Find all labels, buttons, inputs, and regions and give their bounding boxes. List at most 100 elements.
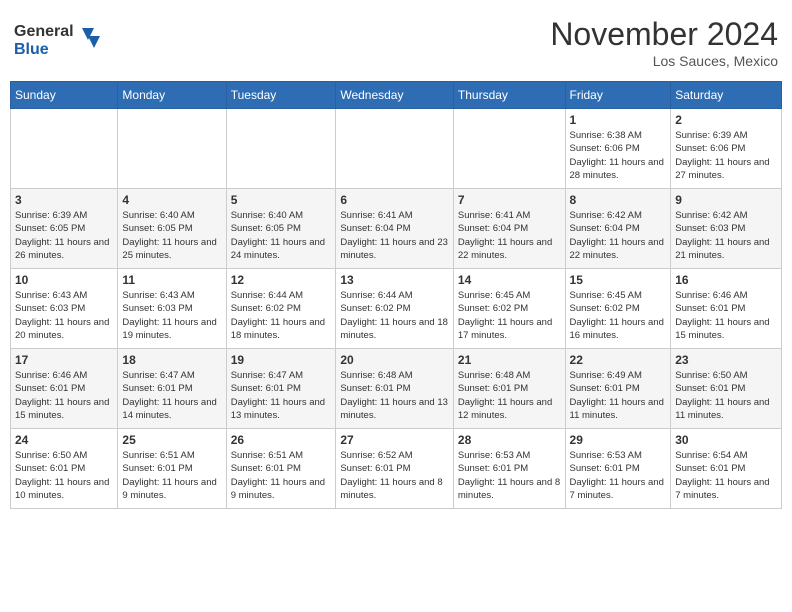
day-info: Sunrise: 6:53 AM Sunset: 6:01 PM Dayligh…: [458, 449, 561, 502]
day-number: 1: [570, 113, 667, 127]
day-cell: 26Sunrise: 6:51 AM Sunset: 6:01 PM Dayli…: [226, 429, 336, 509]
day-info: Sunrise: 6:44 AM Sunset: 6:02 PM Dayligh…: [231, 289, 332, 342]
day-cell: 24Sunrise: 6:50 AM Sunset: 6:01 PM Dayli…: [11, 429, 118, 509]
page-header: General Blue November 2024 Los Sauces, M…: [10, 10, 782, 75]
day-info: Sunrise: 6:47 AM Sunset: 6:01 PM Dayligh…: [122, 369, 221, 422]
weekday-sunday: Sunday: [11, 82, 118, 109]
day-cell: 22Sunrise: 6:49 AM Sunset: 6:01 PM Dayli…: [565, 349, 671, 429]
weekday-monday: Monday: [118, 82, 226, 109]
day-number: 21: [458, 353, 561, 367]
day-info: Sunrise: 6:40 AM Sunset: 6:05 PM Dayligh…: [122, 209, 221, 262]
day-info: Sunrise: 6:45 AM Sunset: 6:02 PM Dayligh…: [458, 289, 561, 342]
day-number: 15: [570, 273, 667, 287]
day-cell: 3 Sunrise: 6:39 AM Sunset: 6:05 PM Daylig…: [11, 189, 118, 269]
day-cell: [226, 109, 336, 189]
day-info: Sunrise: 6:41 AM Sunset: 6:04 PM Dayligh…: [340, 209, 449, 262]
day-cell: 9Sunrise: 6:42 AM Sunset: 6:03 PM Daylig…: [671, 189, 782, 269]
day-info: Sunrise: 6:42 AM Sunset: 6:04 PM Dayligh…: [570, 209, 667, 262]
day-cell: 20 Sunrise: 6:48 AM Sunset: 6:01 PM Dayli…: [336, 349, 454, 429]
day-cell: 30Sunrise: 6:54 AM Sunset: 6:01 PM Dayli…: [671, 429, 782, 509]
day-cell: 4 Sunrise: 6:40 AM Sunset: 6:05 PM Daylig…: [118, 189, 226, 269]
day-info: Sunrise: 6:39 AM Sunset: 6:05 PM Dayligh…: [15, 209, 113, 262]
day-cell: [118, 109, 226, 189]
day-info: Sunrise: 6:51 AM Sunset: 6:01 PM Dayligh…: [231, 449, 332, 502]
day-info: Sunrise: 6:50 AM Sunset: 6:01 PM Dayligh…: [675, 369, 777, 422]
day-cell: 14 Sunrise: 6:45 AM Sunset: 6:02 PM Dayli…: [453, 269, 565, 349]
day-info: Sunrise: 6:48 AM Sunset: 6:01 PM Dayligh…: [458, 369, 561, 422]
day-number: 5: [231, 193, 332, 207]
day-number: 22: [570, 353, 667, 367]
day-number: 18: [122, 353, 221, 367]
day-info: Sunrise: 6:53 AM Sunset: 6:01 PM Dayligh…: [570, 449, 667, 502]
day-info: Sunrise: 6:47 AM Sunset: 6:01 PM Dayligh…: [231, 369, 332, 422]
month-title: November 2024: [550, 16, 778, 53]
day-number: 7: [458, 193, 561, 207]
day-cell: 10 Sunrise: 6:43 AM Sunset: 6:03 PM Dayli…: [11, 269, 118, 349]
day-info: Sunrise: 6:39 AM Sunset: 6:06 PM Dayligh…: [675, 129, 777, 182]
day-cell: [453, 109, 565, 189]
week-row-2: 3 Sunrise: 6:39 AM Sunset: 6:05 PM Daylig…: [11, 189, 782, 269]
day-number: 17: [15, 353, 113, 367]
day-cell: 19 Sunrise: 6:47 AM Sunset: 6:01 PM Dayli…: [226, 349, 336, 429]
day-number: 14: [458, 273, 561, 287]
day-number: 8: [570, 193, 667, 207]
day-number: 27: [340, 433, 449, 447]
logo-text: General Blue: [14, 16, 104, 65]
day-cell: [11, 109, 118, 189]
day-info: Sunrise: 6:38 AM Sunset: 6:06 PM Dayligh…: [570, 129, 667, 182]
day-number: 13: [340, 273, 449, 287]
day-cell: 1 Sunrise: 6:38 AM Sunset: 6:06 PM Daylig…: [565, 109, 671, 189]
day-info: Sunrise: 6:43 AM Sunset: 6:03 PM Dayligh…: [15, 289, 113, 342]
day-cell: 16 Sunrise: 6:46 AM Sunset: 6:01 PM Dayli…: [671, 269, 782, 349]
weekday-friday: Friday: [565, 82, 671, 109]
day-info: Sunrise: 6:50 AM Sunset: 6:01 PM Dayligh…: [15, 449, 113, 502]
day-number: 25: [122, 433, 221, 447]
day-cell: [336, 109, 454, 189]
day-cell: 12 Sunrise: 6:44 AM Sunset: 6:02 PM Dayli…: [226, 269, 336, 349]
day-number: 2: [675, 113, 777, 127]
week-row-1: 1 Sunrise: 6:38 AM Sunset: 6:06 PM Daylig…: [11, 109, 782, 189]
day-number: 16: [675, 273, 777, 287]
day-info: Sunrise: 6:52 AM Sunset: 6:01 PM Dayligh…: [340, 449, 449, 502]
day-cell: 15 Sunrise: 6:45 AM Sunset: 6:02 PM Dayli…: [565, 269, 671, 349]
title-block: November 2024 Los Sauces, Mexico: [550, 16, 778, 69]
weekday-wednesday: Wednesday: [336, 82, 454, 109]
day-cell: 11Sunrise: 6:43 AM Sunset: 6:03 PM Dayli…: [118, 269, 226, 349]
day-number: 6: [340, 193, 449, 207]
day-cell: 7Sunrise: 6:41 AM Sunset: 6:04 PM Daylig…: [453, 189, 565, 269]
day-number: 3: [15, 193, 113, 207]
day-number: 12: [231, 273, 332, 287]
weekday-thursday: Thursday: [453, 82, 565, 109]
week-row-5: 24Sunrise: 6:50 AM Sunset: 6:01 PM Dayli…: [11, 429, 782, 509]
day-cell: 23Sunrise: 6:50 AM Sunset: 6:01 PM Dayli…: [671, 349, 782, 429]
weekday-saturday: Saturday: [671, 82, 782, 109]
day-cell: 21 Sunrise: 6:48 AM Sunset: 6:01 PM Dayli…: [453, 349, 565, 429]
day-number: 20: [340, 353, 449, 367]
day-number: 10: [15, 273, 113, 287]
day-info: Sunrise: 6:43 AM Sunset: 6:03 PM Dayligh…: [122, 289, 221, 342]
weekday-header-row: SundayMondayTuesdayWednesdayThursdayFrid…: [11, 82, 782, 109]
day-number: 28: [458, 433, 561, 447]
day-info: Sunrise: 6:46 AM Sunset: 6:01 PM Dayligh…: [675, 289, 777, 342]
day-number: 19: [231, 353, 332, 367]
weekday-tuesday: Tuesday: [226, 82, 336, 109]
day-cell: 5 Sunrise: 6:40 AM Sunset: 6:05 PM Daylig…: [226, 189, 336, 269]
day-cell: 28 Sunrise: 6:53 AM Sunset: 6:01 PM Dayli…: [453, 429, 565, 509]
day-number: 29: [570, 433, 667, 447]
svg-text:General: General: [14, 23, 74, 40]
day-info: Sunrise: 6:48 AM Sunset: 6:01 PM Dayligh…: [340, 369, 449, 422]
day-info: Sunrise: 6:45 AM Sunset: 6:02 PM Dayligh…: [570, 289, 667, 342]
day-cell: 18 Sunrise: 6:47 AM Sunset: 6:01 PM Dayli…: [118, 349, 226, 429]
day-cell: 27 Sunrise: 6:52 AM Sunset: 6:01 PM Dayli…: [336, 429, 454, 509]
day-info: Sunrise: 6:44 AM Sunset: 6:02 PM Dayligh…: [340, 289, 449, 342]
svg-text:Blue: Blue: [14, 41, 49, 58]
logo: General Blue: [14, 16, 104, 65]
day-info: Sunrise: 6:46 AM Sunset: 6:01 PM Dayligh…: [15, 369, 113, 422]
location: Los Sauces, Mexico: [550, 53, 778, 69]
day-number: 4: [122, 193, 221, 207]
day-info: Sunrise: 6:40 AM Sunset: 6:05 PM Dayligh…: [231, 209, 332, 262]
day-number: 30: [675, 433, 777, 447]
day-cell: 13 Sunrise: 6:44 AM Sunset: 6:02 PM Dayli…: [336, 269, 454, 349]
day-cell: 29 Sunrise: 6:53 AM Sunset: 6:01 PM Dayli…: [565, 429, 671, 509]
day-cell: 6 Sunrise: 6:41 AM Sunset: 6:04 PM Daylig…: [336, 189, 454, 269]
